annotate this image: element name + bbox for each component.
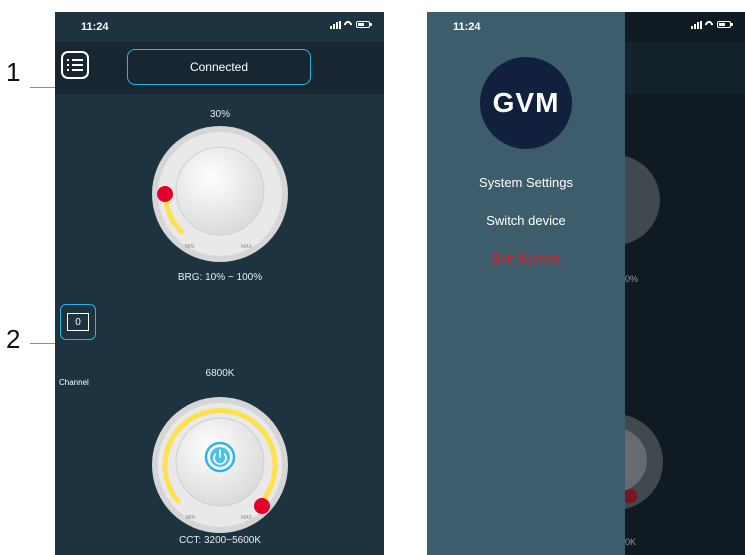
menu-icon [67, 59, 83, 61]
cct-range: CCT: 3200~5600K [178, 535, 261, 546]
dimmed-knobs [625, 156, 663, 509]
brightness-knob[interactable]: MIN MAX [150, 124, 290, 264]
cct-value: 6800K [205, 368, 235, 379]
main-control-screen: 11:24 Connected 30% MIN MAX BRG: 10% ~ 1… [55, 12, 384, 555]
dimmed-brightness-fragment: 0% [625, 274, 639, 284]
cct-max-label: MAX [241, 515, 252, 521]
system-settings-item[interactable]: System Settings [427, 175, 625, 190]
signal-icon [330, 20, 341, 29]
signal-icon [691, 20, 702, 29]
callout-1: 1 [6, 57, 21, 87]
dimmed-cct-fragment: 0K [625, 537, 637, 547]
menu-icon-line [67, 64, 83, 66]
switch-device-item[interactable]: Switch device [427, 213, 625, 228]
brightness-knob-graphic [152, 126, 288, 262]
brightness-range: BRG: 10% ~ 100% [177, 272, 263, 283]
brightness-indicator[interactable] [157, 186, 173, 202]
wifi-icon [344, 20, 353, 29]
cct-min-label: MIN [186, 515, 196, 521]
channel-selector[interactable]: 0 [60, 304, 96, 340]
channel-value: 0 [67, 313, 89, 331]
channel-label: Channel [59, 378, 89, 387]
cct-knob-graphic [152, 397, 288, 533]
menu-button[interactable] [61, 51, 89, 79]
drawer-status-time: 11:24 [453, 21, 481, 33]
side-drawer: 11:24 GVM System Settings Switch device … [427, 12, 625, 555]
battery-icon [356, 21, 372, 28]
status-bar: 11:24 [55, 12, 384, 42]
brightness-min-label: MIN [185, 244, 195, 250]
exit-system-item[interactable]: Exit System [427, 251, 625, 266]
battery-icon [717, 21, 733, 28]
drawer-menu-screen: 0% 0K 11:24 11:24 GVM System Settings Sw… [427, 12, 745, 555]
callout-2: 2 [6, 324, 21, 354]
drawer-status-bar: 11:24 [427, 12, 625, 42]
brightness-max-label: MAX [241, 244, 252, 250]
status-time: 11:24 [81, 21, 109, 33]
status-icons [330, 20, 372, 29]
wifi-icon [705, 20, 714, 29]
app-header: Connected [55, 42, 384, 94]
brightness-value: 30% [209, 109, 230, 120]
cct-indicator[interactable] [254, 498, 270, 514]
cct-knob[interactable]: MIN MAX [150, 395, 290, 535]
dimmed-main-screen[interactable]: 0% 0K [625, 12, 745, 555]
menu-icon-line [67, 69, 83, 71]
connection-status-button[interactable]: Connected [127, 49, 311, 85]
status-icons [691, 20, 733, 29]
gvm-logo: GVM [480, 57, 572, 149]
